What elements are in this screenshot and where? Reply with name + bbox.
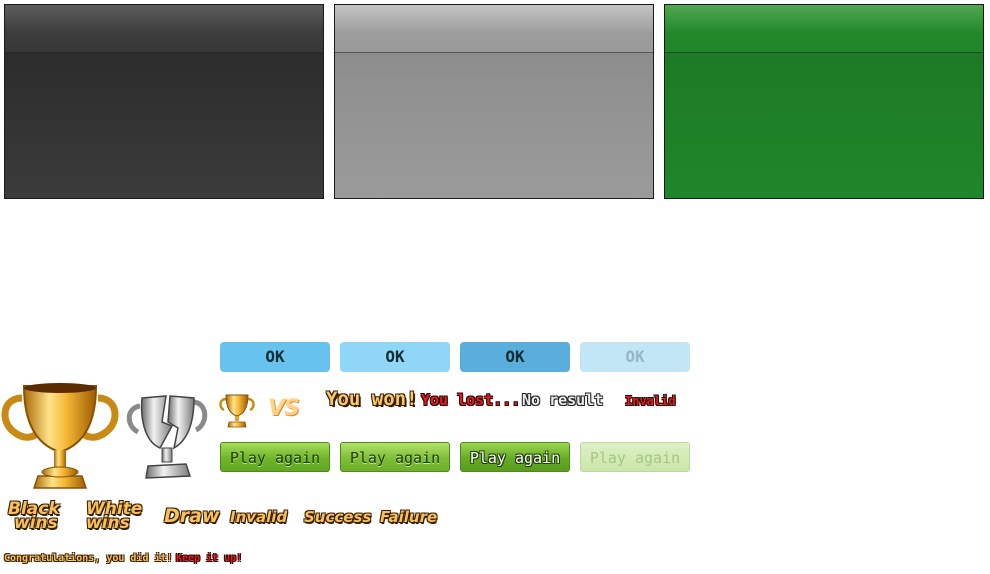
gold-trophy-icon bbox=[1, 383, 119, 489]
play-again-button-disabled: Play again bbox=[580, 442, 690, 472]
no-result-text: No result bbox=[522, 391, 604, 409]
small-gold-trophy-icon bbox=[219, 394, 255, 428]
invalid-label: Invalid bbox=[230, 508, 288, 526]
dark-panel-header bbox=[5, 5, 323, 53]
green-panel-header bbox=[665, 5, 983, 53]
black-wins-line2: wins bbox=[14, 513, 58, 533]
gray-panel-header bbox=[335, 5, 653, 53]
ok-button-hover[interactable]: OK bbox=[340, 342, 450, 372]
gray-panel-body bbox=[335, 53, 653, 198]
failure-label: Failure bbox=[380, 508, 438, 526]
black-wins-label: Black wins bbox=[8, 501, 70, 533]
play-again-button-normal[interactable]: Play again bbox=[220, 442, 330, 472]
versus-label: VS bbox=[268, 396, 300, 421]
keep-it-up-text: Keep it up! bbox=[176, 553, 243, 564]
dark-panel bbox=[4, 4, 324, 199]
invalid-result-text: Invalid bbox=[625, 394, 676, 408]
green-panel bbox=[664, 4, 984, 199]
you-lost-text: You lost... bbox=[421, 391, 521, 409]
green-panel-body bbox=[665, 53, 983, 198]
broken-silver-trophy-icon bbox=[126, 395, 208, 479]
gray-panel bbox=[334, 4, 654, 199]
play-again-button-hover[interactable]: Play again bbox=[340, 442, 450, 472]
you-won-text: You won! bbox=[326, 388, 418, 410]
dark-panel-body bbox=[5, 53, 323, 198]
ok-button-disabled: OK bbox=[580, 342, 690, 372]
success-label: Success bbox=[304, 508, 372, 526]
white-wins-label: White wins bbox=[86, 501, 148, 532]
ok-button-pressed[interactable]: OK bbox=[460, 342, 570, 372]
congratulations-text: Congratulations, you did it! bbox=[4, 553, 173, 564]
play-again-button-pressed[interactable]: Play again bbox=[460, 442, 570, 472]
draw-label: Draw bbox=[164, 505, 220, 527]
ok-button-normal[interactable]: OK bbox=[220, 342, 330, 372]
